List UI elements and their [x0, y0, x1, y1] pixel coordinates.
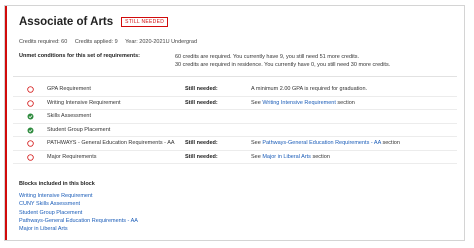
detail-suffix: section	[310, 153, 330, 160]
block-meta: Credits required: 60 Credits applied: 9 …	[19, 39, 203, 45]
detail-prefix: See	[251, 140, 263, 146]
divider	[13, 76, 457, 77]
empty-circle-icon	[27, 140, 34, 147]
section-link[interactable]: Writing Intensive Requirement	[262, 100, 336, 106]
section-link[interactable]: Pathways-General Education Requirements …	[262, 140, 381, 146]
blocks-included-title: Blocks included in this block	[19, 181, 95, 187]
requirement-row[interactable]: GPA Requirement Still needed: A minimum 2.…	[13, 83, 457, 97]
detail-prefix: See	[251, 99, 263, 106]
catalog-year: Year: 2020-2021U Undergrad	[125, 39, 198, 45]
requirement-detail: A minimum 2.00 GPA is required for gradu…	[251, 86, 367, 92]
block-link[interactable]: Writing Intensive Requirement	[19, 192, 138, 200]
empty-circle-icon	[27, 86, 34, 93]
detail-suffix: section	[380, 140, 400, 146]
detail-prefix: See	[251, 153, 263, 160]
requirement-detail: See Pathways-General Education Requireme…	[251, 140, 400, 146]
unmet-condition: 30 credits are required in residence. Yo…	[175, 62, 391, 68]
block-link[interactable]: Student Group Placement	[19, 209, 138, 217]
block-link[interactable]: Pathways-General Education Requirements …	[19, 217, 138, 225]
status-badge: STILL NEEDED	[121, 17, 169, 27]
empty-circle-icon	[27, 99, 34, 107]
requirement-detail: See Major in Liberal Arts section	[251, 154, 330, 160]
card-header: Associate of Arts STILL NEEDED	[19, 16, 169, 28]
requirements-list: GPA Requirement Still needed: A minimum 2.…	[13, 83, 457, 164]
requirement-name: Student Group Placement	[47, 126, 111, 133]
still-needed-label: Still needed:	[185, 99, 218, 106]
block-link[interactable]: CUNY Skills Assessment	[19, 200, 138, 208]
section-link[interactable]: Major in Liberal Arts	[262, 154, 311, 160]
requirement-detail: See Writing Intensive Requirement sectio…	[251, 100, 355, 106]
requirement-name: PATHWAYS - General Education Requirement…	[47, 140, 175, 146]
detail-suffix: section	[335, 99, 355, 106]
check-circle-icon	[27, 113, 34, 120]
block-link[interactable]: Major in Liberal Arts	[19, 225, 138, 233]
blocks-included-list: Writing Intensive Requirement CUNY Skills…	[19, 192, 138, 233]
requirement-row[interactable]: Major Requirements Still needed: See Major…	[13, 151, 457, 164]
unmet-conditions-label: Unmet conditions for this set of require…	[19, 53, 141, 59]
empty-circle-icon	[27, 153, 34, 161]
requirement-row[interactable]: Writing Intensive Requirement Still neede…	[13, 97, 457, 110]
still-needed-label: Still needed:	[185, 86, 218, 92]
unmet-condition: 60 credits are required. You currently h…	[175, 54, 360, 60]
requirement-name: Writing Intensive Requirement	[47, 99, 121, 106]
check-circle-icon	[27, 126, 34, 134]
requirement-row[interactable]: Student Group Placement	[13, 124, 457, 137]
requirement-row[interactable]: Skills Assessment	[13, 110, 457, 124]
unmet-conditions-list: 60 credits are required. You currently h…	[175, 53, 390, 69]
requirement-name: GPA Requirement	[47, 86, 91, 92]
detail-text: A minimum 2.00 GPA is required for gradu…	[251, 86, 368, 92]
still-needed-label: Still needed:	[185, 140, 218, 146]
requirement-name: Skills Assessment	[47, 113, 92, 119]
still-needed-label: Still needed:	[185, 153, 218, 160]
credits-applied: Credits applied: 9	[74, 39, 118, 45]
requirement-name: Major Requirements	[47, 153, 97, 160]
requirement-card: Associate of Arts STILL NEEDED Credits r…	[4, 5, 465, 241]
requirement-row[interactable]: PATHWAYS - General Education Requirement…	[13, 137, 457, 151]
block-title: Associate of Arts	[19, 16, 114, 28]
credits-required: Credits required: 60	[19, 39, 68, 45]
